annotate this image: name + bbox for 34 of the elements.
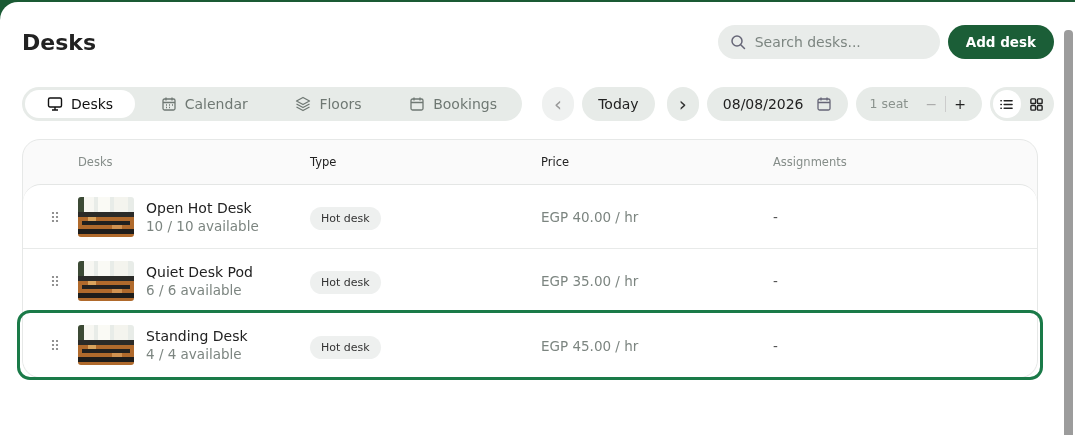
add-desk-button[interactable]: Add desk [947, 24, 1054, 59]
table-row[interactable]: Quiet Desk Pod 6 / 6 available Hot desk EGP 35.00 / hr - [23, 249, 1037, 313]
increment-button[interactable]: + [948, 96, 972, 112]
price-text: EGP 40.00 / hr [541, 209, 639, 225]
availability-text: 10 / 10 available [146, 217, 259, 234]
availability-text: 6 / 6 available [146, 281, 243, 298]
date-field[interactable]: 08/08/2026 [706, 87, 848, 121]
table-row[interactable]: Open Hot Desk 10 / 10 available Hot desk EGP 40.00 / hr - [23, 185, 1037, 249]
tab[interactable]: Bookings [387, 90, 519, 118]
assignments-text: - [773, 209, 778, 225]
column-header: Type [310, 155, 338, 169]
price-text: EGP 45.00 / hr [541, 337, 639, 354]
assignments-text: - [773, 273, 778, 289]
seat-count: 1 seat [869, 94, 910, 113]
desk-name: Standing Desk [146, 328, 248, 344]
tab[interactable]: Floors [273, 90, 384, 118]
column-header: Price [541, 155, 571, 169]
table-row[interactable]: Standing Desk 4 / 4 available Hot desk EGP 45.00 / hr - [20, 313, 1040, 377]
column-header: Desks [78, 155, 114, 169]
column-header: Assignments [773, 155, 848, 169]
next-button[interactable]: › [666, 87, 699, 121]
type-tag: Hot desk [310, 335, 381, 359]
availability-text: 4 / 4 available [146, 346, 243, 362]
today-button[interactable]: Today [582, 87, 655, 121]
type-tag: Hot desk [310, 207, 381, 230]
desk-name: Quiet Desk Pod [146, 263, 253, 280]
desk-name: Open Hot Desk [146, 199, 253, 216]
price-text: EGP 35.00 / hr [541, 273, 639, 289]
assignments-text: - [773, 337, 778, 354]
type-tag: Hot desk [310, 271, 381, 294]
tab[interactable]: Calendar [138, 90, 270, 118]
search-field[interactable]: Search desks... [717, 24, 940, 59]
tab[interactable]: Desks [25, 90, 136, 118]
page-title: Desks [22, 29, 96, 55]
